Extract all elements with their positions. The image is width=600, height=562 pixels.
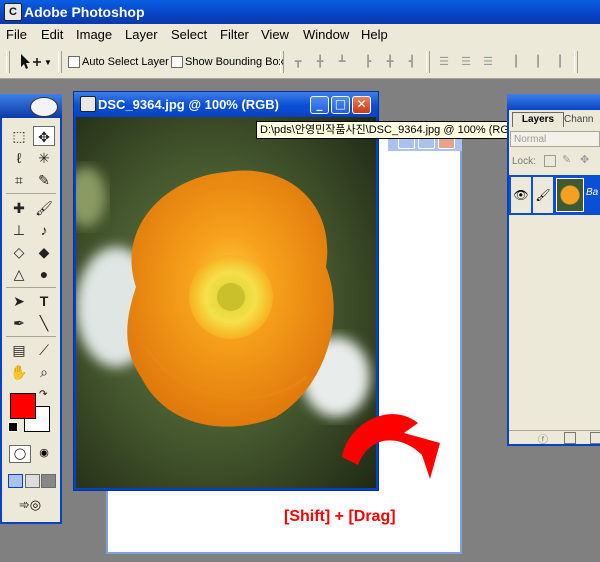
- screen-mode-standard-button[interactable]: [8, 474, 23, 488]
- document-icon[interactable]: [80, 96, 96, 112]
- show-bounding-box-label: Show Bounding Box: [185, 56, 285, 68]
- paint-bucket-tool-icon[interactable]: ◆: [33, 242, 55, 262]
- layer-name[interactable]: Ba: [586, 187, 598, 198]
- menu-bar: File Edit Image Layer Select Filter View…: [0, 24, 600, 47]
- distribute-horizontal-center-icon[interactable]: ┃: [530, 55, 546, 69]
- line-tool-icon[interactable]: ╲: [33, 313, 55, 333]
- menu-filter[interactable]: Filter: [220, 27, 249, 42]
- auto-select-layer-label: Auto Select Layer: [82, 56, 169, 68]
- history-brush-tool-icon[interactable]: ♪: [33, 220, 55, 240]
- menu-view[interactable]: View: [261, 27, 289, 42]
- menu-help[interactable]: Help: [361, 27, 388, 42]
- tab-layers[interactable]: Layers: [512, 112, 564, 127]
- align-horizontal-center-icon[interactable]: ╋: [382, 55, 398, 69]
- zoom-tool-icon[interactable]: ⌕: [33, 362, 55, 382]
- distribute-center-icon[interactable]: ☰: [458, 55, 474, 69]
- tab-channels[interactable]: Chann: [564, 113, 600, 126]
- screen-mode-full-menu-button[interactable]: [25, 474, 40, 488]
- distribute-bottom-icon[interactable]: ☰: [480, 55, 496, 69]
- align-left-icon[interactable]: ┣: [360, 55, 376, 69]
- blur-tool-icon[interactable]: △: [8, 264, 30, 284]
- toolbox-divider: [6, 336, 56, 337]
- tool-preset-chevron-icon[interactable]: ▼: [44, 58, 52, 67]
- healing-brush-tool-icon[interactable]: ✚: [8, 198, 30, 218]
- drag-arrow-icon: [342, 414, 440, 479]
- blend-mode-select[interactable]: Normal: [510, 131, 600, 147]
- menu-select[interactable]: Select: [171, 27, 207, 42]
- path-selection-tool-icon[interactable]: ➤: [8, 291, 30, 311]
- eraser-tool-icon[interactable]: ◇: [8, 242, 30, 262]
- move-tool-selected-icon[interactable]: ✥: [33, 126, 55, 146]
- jump-to-imageready-button[interactable]: ➾◎: [10, 497, 50, 515]
- menu-file[interactable]: File: [6, 27, 27, 42]
- lock-move-icon[interactable]: ✥: [580, 153, 589, 166]
- quick-mask-mode-button[interactable]: ◉: [34, 445, 54, 461]
- slice-tool-icon[interactable]: ✎: [33, 170, 55, 190]
- layers-panel-footer: [509, 430, 600, 445]
- menu-layer[interactable]: Layer: [125, 27, 158, 42]
- app-title: Adobe Photoshop: [24, 4, 145, 20]
- lock-label: Lock:: [512, 156, 536, 167]
- toolbox-divider: [6, 287, 56, 288]
- layer-visibility-eye-icon[interactable]: 👁: [511, 177, 531, 213]
- clone-stamp-tool-icon[interactable]: ⊥: [8, 220, 30, 240]
- dodge-tool-icon[interactable]: ●: [33, 264, 55, 284]
- options-separator: [426, 51, 430, 73]
- marquee-tool-icon[interactable]: ⬚: [8, 126, 30, 146]
- align-bottom-icon[interactable]: ┻: [334, 55, 350, 69]
- notes-tool-icon[interactable]: ▤: [8, 340, 30, 360]
- align-top-icon[interactable]: ┳: [290, 55, 306, 69]
- document-maximize-button[interactable]: □: [331, 96, 350, 114]
- screen-mode-full-button[interactable]: [41, 474, 56, 488]
- options-grip[interactable]: [6, 51, 10, 73]
- brush-tool-icon[interactable]: 🖌: [33, 198, 55, 218]
- menu-edit[interactable]: Edit: [41, 27, 63, 42]
- align-right-icon[interactable]: ┫: [404, 55, 420, 69]
- default-colors-icon[interactable]: [8, 422, 18, 432]
- lock-brush-icon[interactable]: ✎: [562, 153, 571, 166]
- document-title: DSC_9364.jpg @ 100% (RGB): [98, 97, 280, 112]
- standard-mode-button[interactable]: ◯: [9, 445, 31, 463]
- menu-image[interactable]: Image: [76, 27, 112, 42]
- file-path-tooltip: D:\pds\안영민작품사진\DSC_9364.jpg @ 100% (RGB): [256, 121, 524, 139]
- auto-select-layer-checkbox[interactable]: [68, 56, 80, 68]
- options-separator: [280, 51, 284, 73]
- distribute-top-icon[interactable]: ☰: [436, 55, 452, 69]
- type-tool-icon[interactable]: T: [33, 291, 55, 311]
- move-tool-icon[interactable]: [18, 52, 42, 72]
- distribute-left-icon[interactable]: ┃: [508, 55, 524, 69]
- layers-panel-header[interactable]: [507, 94, 600, 110]
- new-layer-icon[interactable]: [590, 432, 600, 444]
- lock-transparency-icon[interactable]: [544, 155, 556, 167]
- pen-tool-icon[interactable]: ✒: [8, 313, 30, 333]
- options-separator: [58, 51, 62, 73]
- options-bar: ▼ Auto Select Layer Show Bounding Box ┳ …: [0, 46, 600, 79]
- crop-tool-icon[interactable]: ⌗: [8, 170, 30, 190]
- layer-style-icon[interactable]: ⓕ: [538, 431, 548, 446]
- show-bounding-box-checkbox[interactable]: [171, 56, 183, 68]
- document-close-button[interactable]: ✕: [352, 96, 371, 114]
- lasso-tool-icon[interactable]: ℓ: [8, 148, 30, 168]
- eyedropper-tool-icon[interactable]: ⟋: [33, 340, 55, 360]
- hand-tool-icon[interactable]: ✋: [8, 362, 30, 382]
- foreground-color-swatch[interactable]: [10, 393, 36, 419]
- layer-link-brush-icon[interactable]: 🖌: [533, 177, 553, 213]
- align-vertical-center-icon[interactable]: ╋: [312, 55, 328, 69]
- photoshop-app-icon[interactable]: C: [4, 3, 22, 21]
- distribute-right-icon[interactable]: ┃: [552, 55, 568, 69]
- document-minimize-button[interactable]: _: [310, 96, 329, 114]
- layer-mask-icon[interactable]: [564, 432, 576, 444]
- options-separator: [574, 51, 578, 73]
- menu-window[interactable]: Window: [303, 27, 349, 42]
- magic-wand-tool-icon[interactable]: ✳: [33, 148, 55, 168]
- toolbox-divider: [6, 193, 56, 194]
- layer-thumbnail: [556, 178, 584, 212]
- shift-drag-hint: [Shift] + [Drag]: [284, 508, 396, 525]
- eye-logo-icon[interactable]: [30, 97, 58, 117]
- swap-colors-icon[interactable]: ↷: [39, 389, 47, 400]
